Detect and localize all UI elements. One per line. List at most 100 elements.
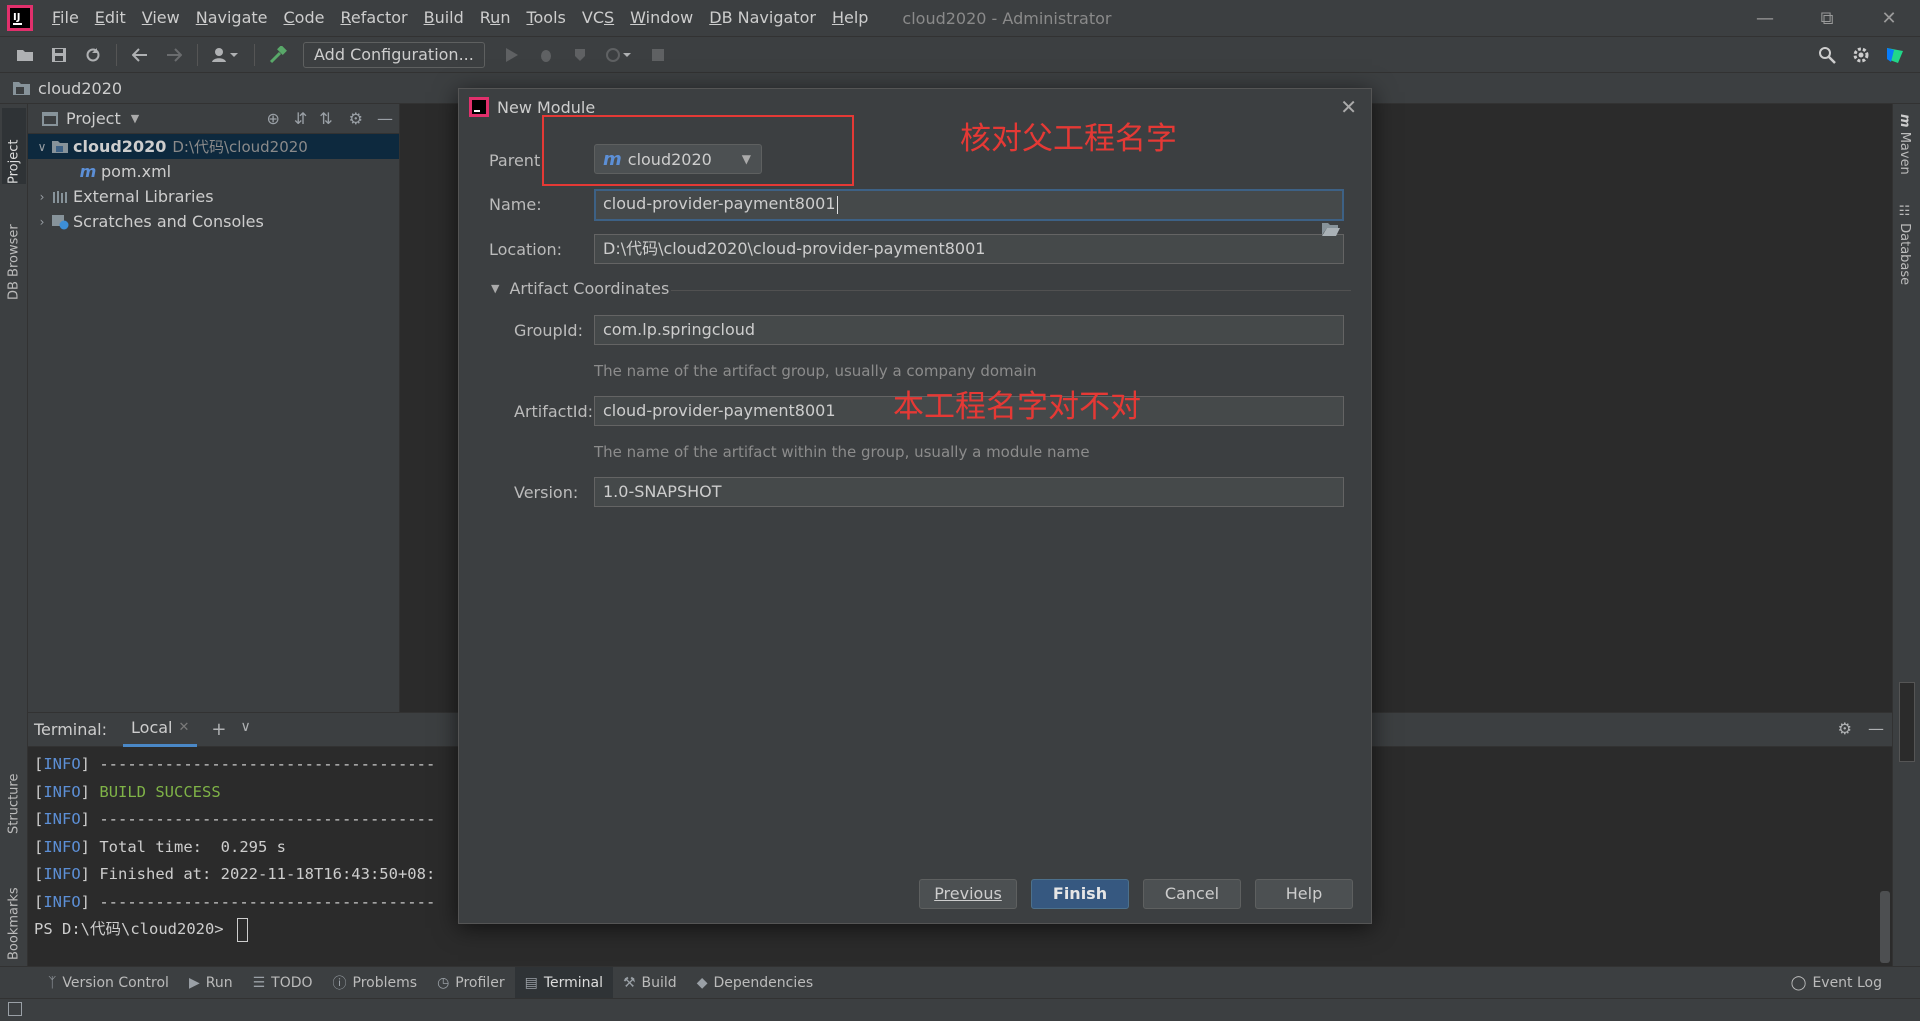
terminal-scrollbar[interactable] <box>1880 891 1890 963</box>
location-field[interactable]: D:\代码\cloud2020\cloud-provider-payment80… <box>594 234 1344 264</box>
menu-build[interactable]: Build <box>416 0 472 36</box>
tree-root-path: D:\代码\cloud2020 <box>172 138 308 156</box>
toggle-tool-windows-icon[interactable] <box>8 1002 22 1016</box>
project-view-icon <box>42 111 58 126</box>
menu-help[interactable]: Help <box>824 0 876 36</box>
terminal-icon: ▤ <box>524 974 538 991</box>
jetbrains-toolbox-icon[interactable] <box>1882 42 1908 68</box>
tree-item-root[interactable]: ∨ cloud2020 D:\代码\cloud2020 <box>28 134 399 159</box>
maven-icon: m <box>1897 114 1912 128</box>
chevron-right-icon[interactable]: › <box>34 215 50 229</box>
help-button[interactable]: Help <box>1255 879 1353 909</box>
menu-refactor[interactable]: Refactor <box>332 0 415 36</box>
search-icon[interactable] <box>1814 42 1840 68</box>
profile-icon[interactable] <box>601 42 637 68</box>
intellij-logo-icon: IJ <box>7 5 33 31</box>
menu-window[interactable]: Window <box>622 0 701 36</box>
stop-icon[interactable] <box>645 42 671 68</box>
database-icon: ☷ <box>1897 204 1912 219</box>
locate-icon[interactable]: ⊕ <box>266 109 279 128</box>
tab-version-control[interactable]: ᛉ Version Control <box>38 967 179 999</box>
add-configuration-button[interactable]: Add Configuration... <box>303 41 485 68</box>
collapse-all-icon[interactable]: ⇅ <box>319 109 332 128</box>
tab-terminal[interactable]: ▤ Terminal <box>514 966 613 999</box>
annotation-artifact-note: 本工程名字对不对 <box>893 389 1141 425</box>
menu-vcs[interactable]: VCS <box>574 0 622 36</box>
hide-panel-icon[interactable]: — <box>1868 719 1884 738</box>
close-window-button[interactable]: ✕ <box>1858 0 1920 36</box>
project-tool-tab[interactable]: Project <box>2 108 26 184</box>
back-arrow-icon[interactable] <box>127 42 153 68</box>
terminal-tab-local[interactable]: Local ✕ <box>123 711 198 747</box>
menu-view[interactable]: View <box>134 0 188 36</box>
previous-button[interactable]: Previous <box>919 879 1017 909</box>
open-folder-icon[interactable] <box>12 42 38 68</box>
tab-run[interactable]: ▶ Run <box>179 967 243 999</box>
build-hammer-icon[interactable] <box>265 42 291 68</box>
chevron-down-icon: ▼ <box>491 282 500 295</box>
menu-bar: IJ File Edit View Navigate Code Refactor Build… <box>0 0 1920 36</box>
tab-dependencies[interactable]: ◆ Dependencies <box>687 967 823 999</box>
menu-edit[interactable]: Edit <box>87 0 134 36</box>
tab-problems[interactable]: ⓘ Problems <box>323 967 428 999</box>
gear-icon[interactable]: ⚙ <box>1838 719 1852 738</box>
debug-icon[interactable] <box>533 42 559 68</box>
bookmarks-tool-tab[interactable]: Bookmarks <box>2 862 26 960</box>
annotation-parent-note: 核对父工程名字 <box>960 121 1177 157</box>
menu-db-navigator[interactable]: DB Navigator <box>701 0 824 36</box>
expand-all-icon[interactable]: ⇵ <box>294 109 307 128</box>
chevron-down-icon[interactable]: ∨ <box>240 719 250 740</box>
help-label: Help <box>1285 884 1323 903</box>
menu-run[interactable]: Run <box>472 0 519 36</box>
layers-icon: ◆ <box>696 974 708 991</box>
chevron-down-icon[interactable]: ∨ <box>34 140 50 154</box>
tree-item-external-libraries[interactable]: › External Libraries <box>28 184 399 209</box>
tree-external-label: External Libraries <box>73 187 214 206</box>
close-tab-icon[interactable]: ✕ <box>178 711 189 745</box>
restore-button[interactable]: ⧉ <box>1796 0 1858 36</box>
tree-item-pom[interactable]: m pom.xml <box>28 159 399 184</box>
tab-label: Profiler <box>455 974 505 991</box>
tab-todo[interactable]: ☰ TODO <box>243 967 323 999</box>
menu-navigate[interactable]: Navigate <box>188 0 276 36</box>
maven-tool-tab[interactable]: m Maven <box>1897 114 1912 175</box>
tree-root-name: cloud2020 <box>73 137 167 156</box>
artifact-coordinates-toggle[interactable]: ▼ Artifact Coordinates <box>491 279 669 298</box>
chevron-down-icon[interactable]: ▼ <box>131 112 139 125</box>
tree-item-scratches[interactable]: › Scratches and Consoles <box>28 209 399 234</box>
name-field[interactable]: cloud-provider-payment8001 <box>594 189 1344 221</box>
project-panel-title[interactable]: Project <box>66 109 121 128</box>
version-field[interactable]: 1.0-SNAPSHOT <box>594 477 1344 507</box>
gear-icon[interactable]: ⚙ <box>349 109 363 128</box>
menu-file[interactable]: File <box>44 0 87 36</box>
groupid-field[interactable]: com.lp.springcloud <box>594 315 1344 345</box>
artifact-section-label: Artifact Coordinates <box>509 279 670 298</box>
sync-icon[interactable] <box>80 42 106 68</box>
close-icon[interactable]: ✕ <box>1340 95 1357 119</box>
tab-label: Version Control <box>62 974 169 991</box>
structure-tool-tab[interactable]: Structure <box>2 754 26 834</box>
save-icon[interactable] <box>46 42 72 68</box>
browse-folder-icon[interactable] <box>1321 221 1341 237</box>
tab-build[interactable]: ⚒ Build <box>613 967 687 999</box>
event-log-button[interactable]: ◯ Event Log <box>1791 967 1882 999</box>
db-browser-tool-tab[interactable]: DB Browser <box>2 200 26 300</box>
vcs-user-icon[interactable] <box>208 42 244 68</box>
forward-arrow-icon[interactable] <box>161 42 187 68</box>
coverage-icon[interactable] <box>567 42 593 68</box>
menu-code[interactable]: Code <box>276 0 333 36</box>
new-terminal-icon[interactable]: + <box>211 719 226 740</box>
finish-button[interactable]: Finish <box>1031 879 1129 909</box>
settings-gear-icon[interactable] <box>1848 42 1874 68</box>
database-tool-tab[interactable]: ☷ Database <box>1897 204 1912 285</box>
menu-tools[interactable]: Tools <box>518 0 573 36</box>
parent-label: Parent: <box>489 151 546 170</box>
cancel-button[interactable]: Cancel <box>1143 879 1241 909</box>
minimize-button[interactable]: — <box>1734 0 1796 36</box>
chevron-right-icon[interactable]: › <box>34 190 50 204</box>
run-icon[interactable] <box>499 42 525 68</box>
maven-file-icon: m <box>79 162 97 181</box>
tab-profiler[interactable]: ◷ Profiler <box>427 967 515 999</box>
hide-panel-icon[interactable]: — <box>377 109 393 128</box>
breadcrumb-project[interactable]: cloud2020 <box>38 79 122 98</box>
